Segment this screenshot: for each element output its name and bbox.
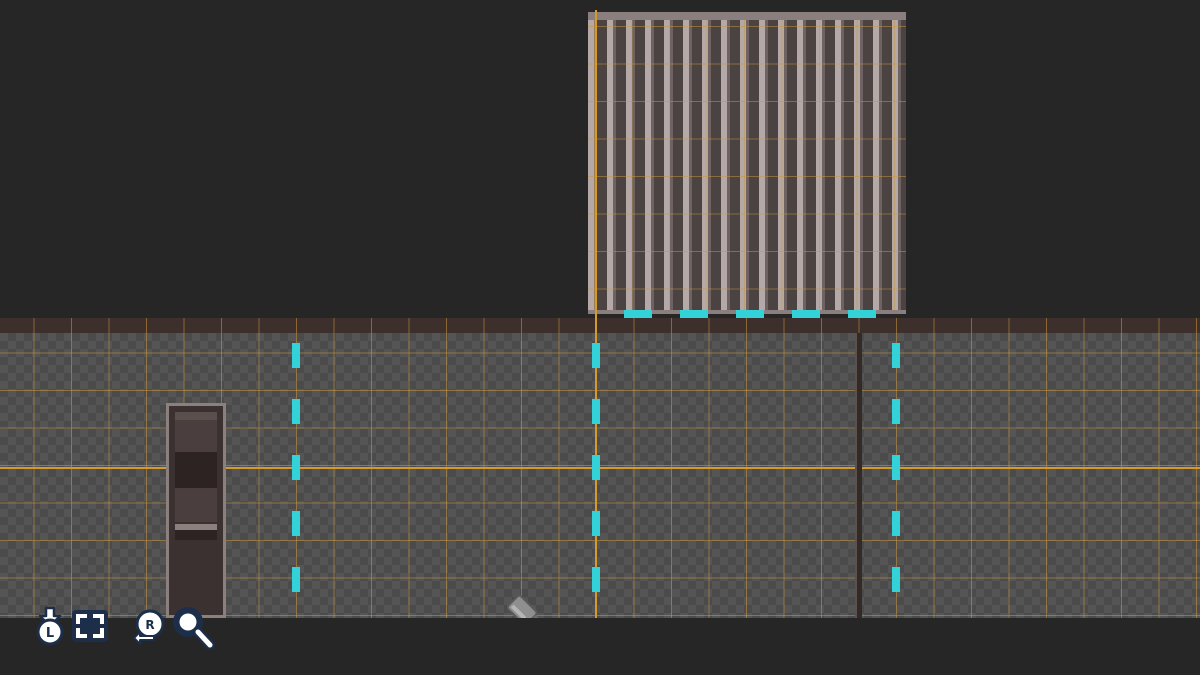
door-lower-divider [175,530,217,540]
bottom-toolbar: L R [0,606,1200,675]
door-upper-panel [175,420,217,452]
cyan-marker-right [892,343,900,599]
fullscreen-frame-icon[interactable] [70,608,110,644]
door-top-band [175,412,217,420]
door-dark-band [175,452,217,488]
cage-block[interactable] [588,12,906,314]
magnifier-icon[interactable] [168,602,216,652]
r-button-label: R [145,618,154,632]
l-button-label: L [46,626,54,641]
l-button-download-icon[interactable]: L [32,606,68,646]
pole[interactable] [855,333,862,618]
door-middle-panel [175,488,217,522]
course-editor-canvas[interactable]: L R [0,0,1200,675]
cyan-bottom-marker [624,310,884,318]
cyan-marker-left [292,343,300,599]
r-button-zoom-out-icon[interactable]: R [130,608,170,648]
door[interactable] [166,403,226,618]
cyan-marker-center [592,343,600,599]
cage-grid [588,20,906,310]
